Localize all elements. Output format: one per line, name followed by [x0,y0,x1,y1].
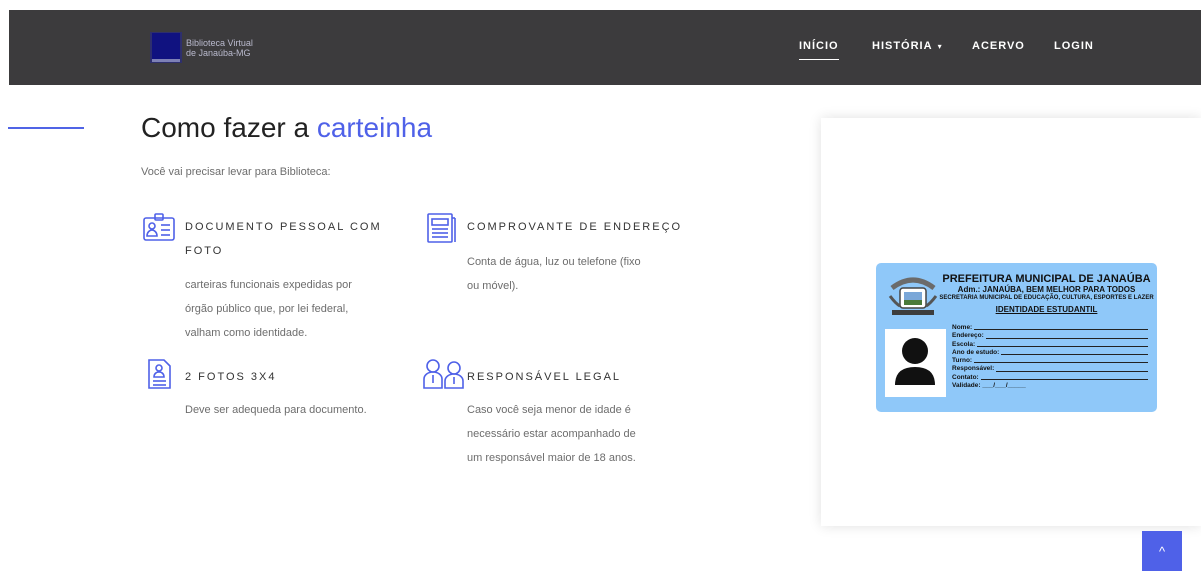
card-subtitle: Adm.: JANAÚBA, BEM MELHOR PARA TODOS [957,285,1136,294]
card-field-contato-label: Contato: [952,373,979,381]
feature-text-documento-line-1: carteiras funcionais expedidas por [185,279,352,291]
card-field-endereco: Endereço: [952,332,1148,340]
card-field-endereco-label: Endereço: [952,332,984,340]
nav-acervo-label: ACERVO [972,40,1025,52]
card-field-nome: Nome: [952,324,1148,332]
card-field-turno: Turno: [952,357,1148,365]
feature-title-responsavel: RESPONSÁVEL LEGAL [467,371,622,383]
feature-text-documento-line-2: órgão público que, por lei federal, [185,303,349,315]
book-logo-icon [150,32,182,63]
nav-historia-label: HISTÓRIA [872,40,933,52]
city-crest-icon [888,277,938,315]
card-field-validade-label: Validade: ___/___/_____ [952,382,1026,390]
card-field-turno-label: Turno: [952,357,973,365]
card-header: PREFEITURA MUNICIPAL DE JANAÚBA Adm.: JA… [936,273,1157,314]
feature-title-documento: DOCUMENTO PESSOAL COM FOTO [185,215,382,263]
card-field-ano: Ano de estudo: [952,349,1148,357]
card-field-nome-label: Nome: [952,324,973,331]
card-field-validade: Validade: ___/___/_____ [952,382,1148,390]
card-field-contato: Contato: [952,374,1148,382]
title-part-1: Como fazer a [141,112,317,143]
nav-acervo[interactable]: ACERVO [972,40,1025,52]
id-card-icon [143,213,175,241]
feature-text-fotos: Deve ser adequeda para documento. [185,404,367,416]
feature-text-comprovante-line-2: ou móvel). [467,280,519,292]
card-heading: IDENTIDADE ESTUDANTIL [995,305,1098,314]
feature-title-documento-line-1: DOCUMENTO PESSOAL COM [185,221,382,233]
card-field-ano-label: Ano de estudo: [952,348,1000,356]
brand-text: Biblioteca Virtual de Janaúba-MG [186,38,253,58]
card-field-escola-label: Escola: [952,340,976,348]
feature-text-comprovante-line-1: Conta de água, luz ou telefone (fixo [467,256,641,268]
feature-text-responsavel-line-3: um responsável maior de 18 anos. [467,452,636,464]
back-to-top-button[interactable]: ^ [1142,531,1182,571]
card-field-escola: Escola: [952,341,1148,349]
decorative-line [8,127,84,129]
feature-text-responsavel-line-1: Caso você seja menor de idade é [467,404,631,416]
card-field-responsavel: Responsável: [952,365,1148,373]
feature-text-documento-line-3: valham como identidade. [185,327,308,339]
navbar: Biblioteca Virtual de Janaúba-MG INÍCIO … [9,10,1201,85]
card-field-responsavel-label: Responsável: [952,365,995,373]
feature-title-documento-line-2: FOTO [185,245,224,257]
card-title: PREFEITURA MUNICIPAL DE JANAÚBA [942,273,1151,285]
nav-inicio-label: INÍCIO [799,40,839,52]
nav-login[interactable]: LOGIN [1054,40,1094,52]
chevron-up-icon: ^ [1158,543,1166,559]
page-title: Como fazer a carteinha [141,112,432,144]
feature-text-responsavel: Caso você seja menor de idade é necessár… [467,398,636,470]
feature-title-fotos: 2 FOTOS 3X4 [185,371,277,383]
nav-login-label: LOGIN [1054,40,1094,52]
nav-inicio[interactable]: INÍCIO [799,40,839,60]
card-photo [885,329,946,397]
brand-line-1: Biblioteca Virtual [186,37,253,48]
brand-logo-link[interactable]: Biblioteca Virtual de Janaúba-MG [150,32,253,63]
intro-text: Você vai precisar levar para Biblioteca: [141,166,331,178]
photo-document-icon [148,359,171,389]
nav-historia[interactable]: HISTÓRIA ▾ [872,40,943,52]
feature-title-comprovante: COMPROVANTE DE ENDEREÇO [467,221,683,233]
card-fields: Nome: Endereço: Escola: Ano de estudo: T… [952,324,1148,390]
people-icon [423,359,464,389]
feature-text-responsavel-line-2: necessário estar acompanhado de [467,428,636,440]
brand-line-2: de Janaúba-MG [186,47,251,58]
student-id-card-image: PREFEITURA MUNICIPAL DE JANAÚBA Adm.: JA… [876,263,1157,412]
person-silhouette-icon [895,338,935,385]
caret-down-icon: ▾ [937,42,943,51]
feature-text-comprovante: Conta de água, luz ou telefone (fixo ou … [467,250,641,298]
title-accent: carteinha [316,112,433,143]
document-newspaper-icon [427,213,456,243]
card-secretaria: SECRETARIA MUNICIPAL DE EDUCAÇÃO, CULTUR… [939,295,1154,301]
feature-text-documento: carteiras funcionais expedidas por órgão… [185,273,352,345]
